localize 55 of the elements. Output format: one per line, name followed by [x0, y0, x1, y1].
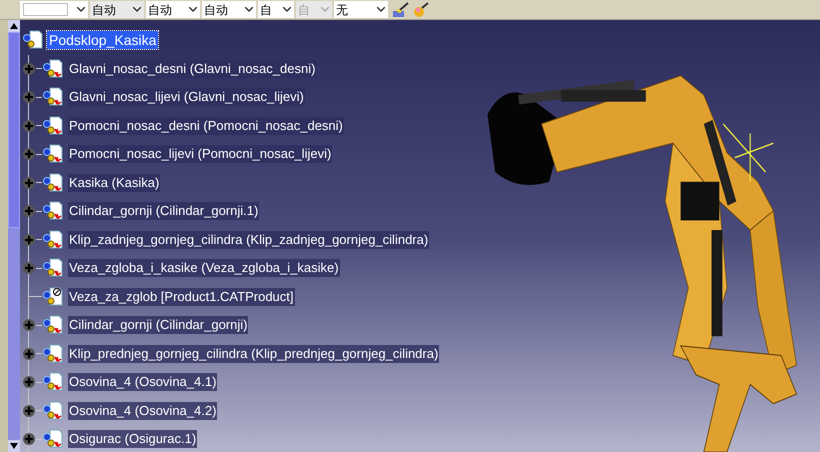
product-icon — [42, 58, 64, 79]
tree-item[interactable]: Veza_za_zglob [Product1.CATProduct] — [68, 288, 294, 306]
tree-item[interactable]: Podsklop_Kasika — [47, 31, 158, 50]
caret-icon — [321, 7, 329, 12]
caret-icon — [189, 7, 197, 12]
dropdown[interactable]: 自动 — [90, 1, 144, 18]
product-icon — [42, 429, 64, 450]
dropdown[interactable]: 自 — [258, 1, 294, 18]
scrollbar[interactable] — [8, 20, 20, 452]
dropdown[interactable]: 自动 — [202, 1, 256, 18]
product-icon — [42, 400, 64, 421]
tree-item[interactable]: Kasika (Kasika) — [68, 174, 160, 192]
tree-item[interactable]: Pomocni_nosac_lijevi (Pomocni_nosac_lijevi) — [68, 145, 332, 164]
product-icon — [42, 258, 64, 278]
dropdown[interactable]: 自动 — [146, 1, 200, 18]
expand-icon[interactable] — [22, 346, 36, 361]
brush-icon — [392, 2, 410, 18]
caret-icon — [245, 7, 253, 12]
down-arrow-icon — [10, 443, 18, 449]
product-icon — [42, 116, 64, 136]
expand-icon[interactable] — [22, 318, 36, 332]
scroll-up-button[interactable] — [8, 20, 20, 32]
tree-item[interactable]: Klip_zadnjeg_gornjeg_cilindra (Klip_zadnjeg_gornjeg_cilindra) — [68, 230, 430, 249]
product-icon — [22, 30, 44, 50]
tree-item[interactable]: Klip_prednjeg_gornjeg_cilindra (Klip_prednjeg_gornjeg_cilindra) — [68, 344, 440, 363]
caret-icon — [77, 7, 85, 12]
up-arrow-icon — [10, 23, 18, 29]
product-icon — [42, 286, 64, 307]
scroll-down-button[interactable] — [8, 440, 20, 452]
caret-icon — [133, 7, 141, 12]
caret-icon — [377, 7, 385, 12]
product-icon — [42, 87, 64, 108]
tree-item[interactable]: Veza_zgloba_i_kasike (Veza_zgloba_i_kasike) — [68, 259, 340, 278]
tree-item[interactable]: Osovina_4 (Osovina_4.2) — [68, 402, 218, 420]
product-icon — [42, 372, 64, 392]
tree-item[interactable]: Cilindar_gornji (Cilindar_gornji) — [68, 316, 248, 334]
sphere-icon — [412, 2, 430, 18]
product-icon — [42, 315, 64, 336]
tree-item[interactable]: Cilindar_gornji (Cilindar_gornji.1) — [68, 202, 260, 220]
product-icon — [42, 172, 64, 193]
expand-icon[interactable] — [22, 375, 36, 390]
tree-item[interactable]: Osovina_4 (Osovina_4.1) — [68, 373, 218, 392]
product-icon — [42, 144, 64, 164]
product-icon — [42, 230, 64, 250]
tree-item[interactable]: Osigurac (Osigurac.1) — [68, 430, 198, 448]
product-icon — [42, 201, 64, 222]
caret-icon — [283, 7, 291, 12]
tree-item[interactable]: Glavni_nosac_desni (Glavni_nosac_desni) — [68, 60, 316, 78]
expand-icon[interactable] — [22, 404, 36, 418]
tree-item[interactable]: Pomocni_nosac_desni (Pomocni_nosac_desni) — [68, 116, 344, 135]
tree-item[interactable]: Glavni_nosac_lijevi (Glavni_nosac_lijevi) — [68, 88, 305, 106]
scroll-thumb[interactable] — [8, 32, 20, 228]
product-icon — [42, 344, 64, 364]
expand-icon[interactable] — [22, 432, 36, 446]
dropdown[interactable]: 无 — [334, 1, 388, 18]
